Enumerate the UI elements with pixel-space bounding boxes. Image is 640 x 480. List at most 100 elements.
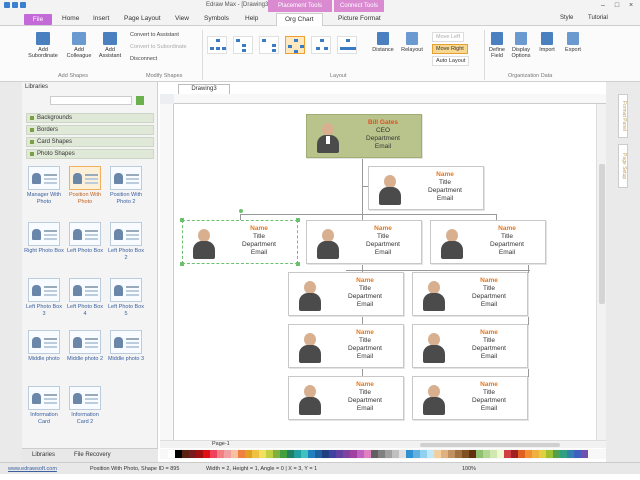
color-swatch[interactable] [385,450,392,458]
color-swatch[interactable] [504,450,511,458]
color-swatch[interactable] [434,450,441,458]
add-subordinate-button[interactable]: Add Subordinate [26,32,60,59]
import-button[interactable]: Import [536,32,558,53]
color-swatch[interactable] [350,450,357,458]
library-category-borders[interactable]: Borders [26,125,154,135]
move-left-button[interactable]: Move Left [432,32,465,42]
shape-position-with-photo[interactable]: Position With Photo [65,166,105,205]
color-swatch[interactable] [168,450,175,458]
convert-to-assistant-button[interactable]: Convert to Assistant [130,32,179,38]
rotate-handle[interactable] [239,209,243,213]
color-swatch[interactable] [336,450,343,458]
close-button[interactable]: × [626,1,636,10]
color-swatch[interactable] [252,450,259,458]
maximize-button[interactable]: □ [612,1,622,10]
move-right-button[interactable]: Move Right [432,44,468,54]
org-card[interactable]: Name Title Department Email [306,220,422,264]
color-swatch[interactable] [273,450,280,458]
layout-style-1-icon[interactable] [207,36,227,54]
color-swatch[interactable] [392,450,399,458]
color-swatch[interactable] [308,450,315,458]
color-swatch[interactable] [413,450,420,458]
color-swatch[interactable] [294,450,301,458]
library-category-card-shapes[interactable]: Card Shapes [26,137,154,147]
placement-tools-context-tab[interactable]: Placement Tools [268,0,332,12]
color-swatch[interactable] [245,450,252,458]
color-swatch[interactable] [224,450,231,458]
tab-view[interactable]: View [175,15,189,22]
search-icon[interactable] [136,96,144,105]
page-tab-1[interactable]: Page-1 [212,441,230,447]
library-search-input[interactable] [50,96,132,105]
drawing-page[interactable]: Bill Gates CEO Department Email Name Tit… [174,104,596,440]
shape-manager-with-photo[interactable]: Manager With Photo [24,166,64,205]
shape-left-photo-box-5[interactable]: Left Photo Box 5 [106,278,146,317]
color-swatch[interactable] [175,450,182,458]
color-swatch[interactable] [259,450,266,458]
tab-picture-format[interactable]: Picture Format [338,15,381,22]
color-swatch[interactable] [364,450,371,458]
relayout-button[interactable]: Relayout [398,32,426,53]
color-swatch[interactable] [196,450,203,458]
org-card[interactable]: Name Title Department Email [430,220,546,264]
org-card-selected[interactable]: Name Title Department Email [180,209,300,266]
shape-left-photo-box[interactable]: Left Photo Box [65,222,105,255]
color-swatch[interactable] [266,450,273,458]
color-swatch[interactable] [574,450,581,458]
color-swatch[interactable] [490,450,497,458]
color-swatch[interactable] [343,450,350,458]
minimize-button[interactable]: – [598,1,608,10]
color-swatch[interactable] [560,450,567,458]
shape-left-photo-box-2[interactable]: Left Photo Box 2 [106,222,146,261]
layout-style-6-icon[interactable] [337,36,357,54]
website-link[interactable]: www.edrawsoft.com [8,466,57,472]
auto-layout-checkbox[interactable]: Auto Layout [432,56,470,66]
shape-middle-photo-3[interactable]: Middle photo 3 [106,330,146,363]
color-swatch[interactable] [231,450,238,458]
save-icon[interactable] [4,2,10,8]
color-swatch[interactable] [210,450,217,458]
layout-style-5-icon[interactable] [311,36,331,54]
org-card[interactable]: Name Title Department Email [412,376,528,420]
export-button[interactable]: Export [562,32,584,53]
horizontal-scrollbar[interactable] [420,443,560,447]
color-swatch[interactable] [462,450,469,458]
color-swatch[interactable] [182,450,189,458]
shape-middle-photo[interactable]: Middle photo [24,330,64,363]
color-swatch[interactable] [546,450,553,458]
library-category-backgrounds[interactable]: Backgrounds [26,113,154,123]
color-swatch[interactable] [203,450,210,458]
connect-tools-context-tab[interactable]: Connect Tools [334,0,384,12]
color-swatch[interactable] [322,450,329,458]
color-swatch[interactable] [287,450,294,458]
org-card-ceo[interactable]: Bill Gates CEO Department Email [306,114,422,158]
color-swatch[interactable] [441,450,448,458]
tab-home[interactable]: Home [62,15,79,22]
shape-left-photo-box-4[interactable]: Left Photo Box 4 [65,278,105,317]
color-swatch[interactable] [189,450,196,458]
layout-style-4-icon[interactable] [285,36,305,54]
color-swatch[interactable] [217,450,224,458]
resize-handle[interactable] [296,262,300,266]
color-swatch[interactable] [427,450,434,458]
org-card[interactable]: Name Title Department Email [412,272,528,316]
color-swatch[interactable] [539,450,546,458]
shape-information-card-2[interactable]: Information Card 2 [65,386,105,425]
layout-style-2-icon[interactable] [233,36,253,54]
org-card[interactable]: Name Title Department Email [288,376,404,420]
libraries-tab[interactable]: Libraries [32,452,55,458]
color-swatch[interactable] [406,450,413,458]
format-panel-tab[interactable]: Format Panel [618,94,628,138]
org-card[interactable]: Name Title Department Email [368,166,484,210]
color-swatch[interactable] [315,450,322,458]
color-swatch[interactable] [518,450,525,458]
org-card[interactable]: Name Title Department Email [412,324,528,368]
shape-middle-photo-2[interactable]: Middle photo 2 [65,330,105,363]
shape-information-card[interactable]: Information Card [24,386,64,425]
document-tab[interactable]: Drawing3 [178,84,230,94]
color-swatch[interactable] [553,450,560,458]
zoom-level[interactable]: 100% [462,466,476,472]
library-category-photo-shapes[interactable]: Photo Shapes [26,149,154,159]
color-swatch[interactable] [525,450,532,458]
color-swatch[interactable] [238,450,245,458]
